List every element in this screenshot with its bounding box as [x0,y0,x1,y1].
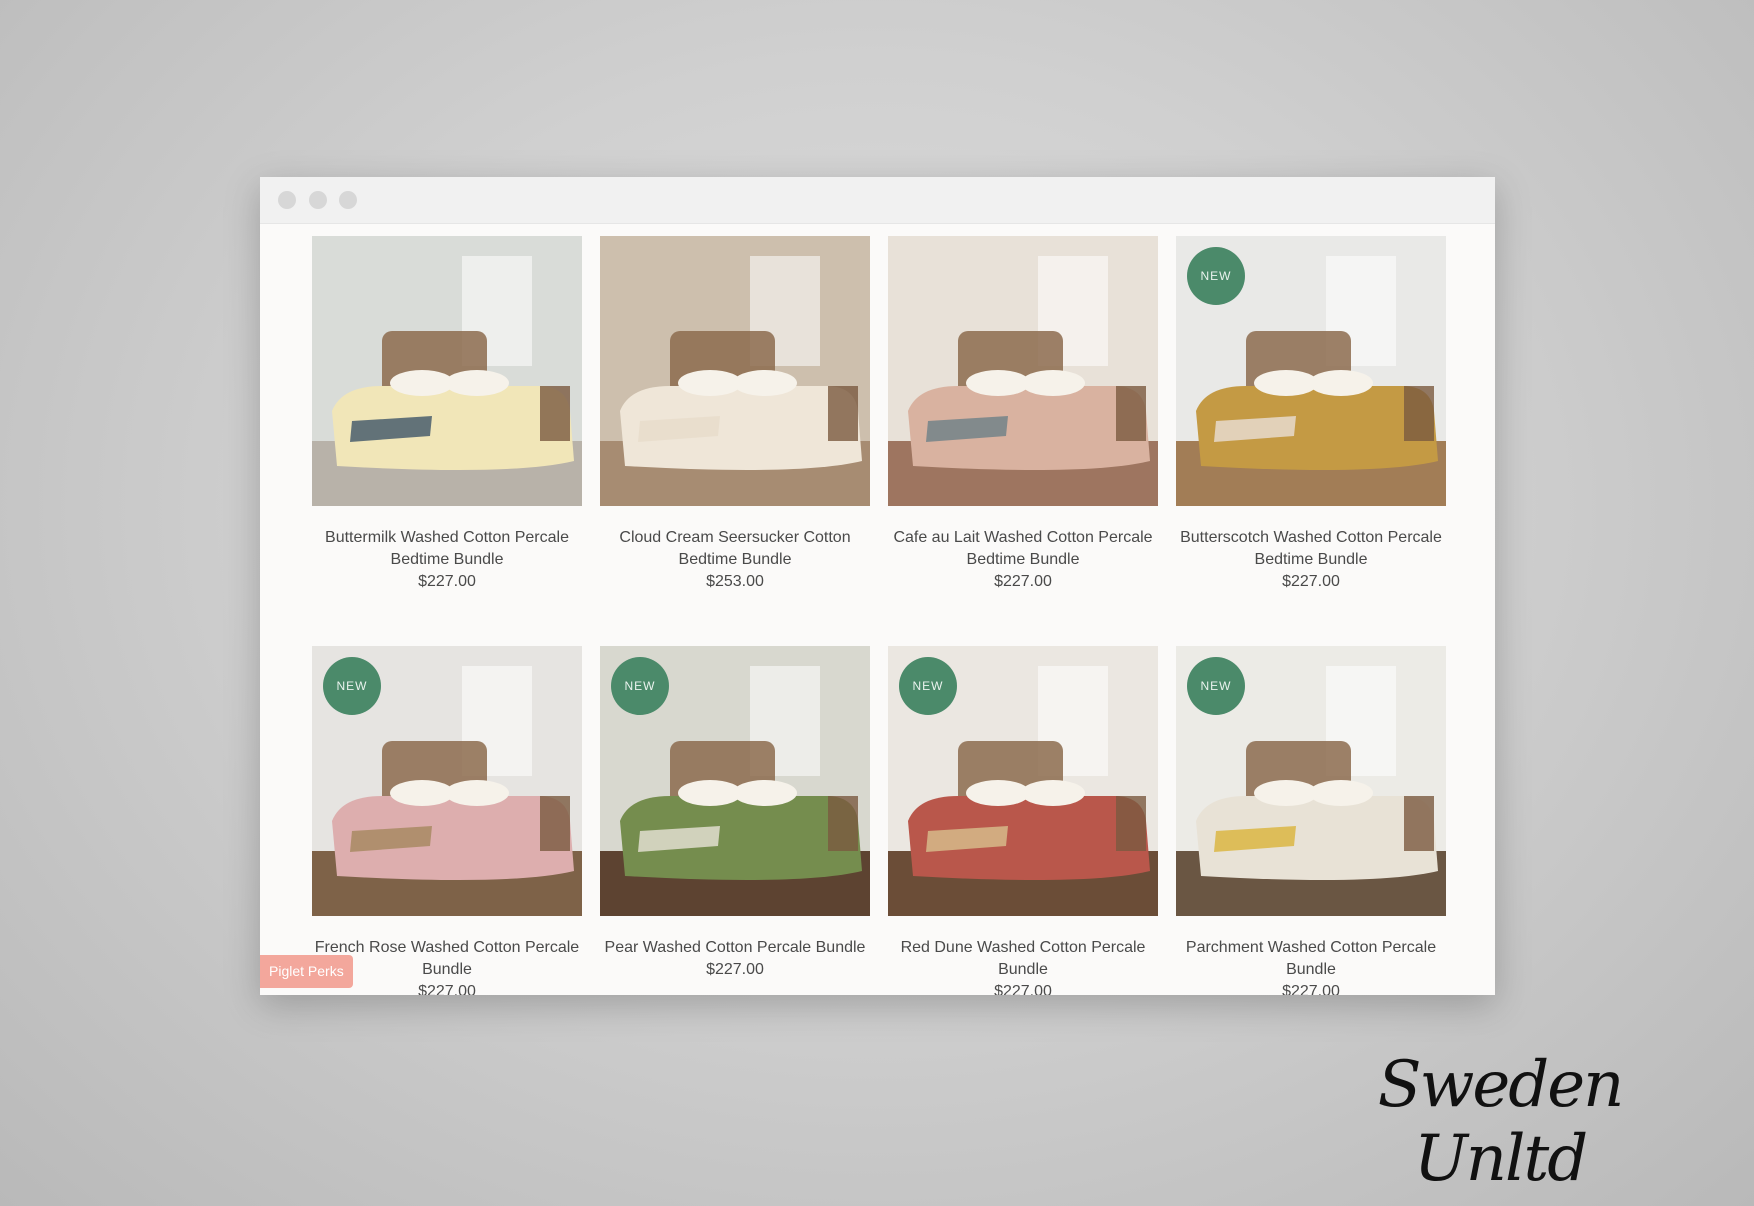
product-card[interactable]: Cafe au Lait Washed Cotton Percale Bedti… [888,236,1158,616]
brand-signature: Sweden Unltd [1377,1048,1625,1196]
product-card[interactable]: Cloud Cream Seersucker Cotton Bedtime Bu… [600,236,870,616]
minimize-window-dot[interactable] [309,191,327,209]
close-window-dot[interactable] [278,191,296,209]
product-info[interactable]: Buttermilk Washed Cotton Percale Bedtime… [312,527,582,593]
product-card[interactable]: NEW Butterscotch Washed Cotton Percale Be… [1176,236,1446,616]
product-price: $227.00 [994,983,1052,995]
product-info[interactable]: Red Dune Washed Cotton Percale Bundle $22… [888,937,1158,995]
product-card[interactable]: Buttermilk Washed Cotton Percale Bedtime… [312,236,582,616]
new-badge: NEW [1187,657,1245,715]
product-card[interactable]: NEW Red Dune Washed Cotton Percale Bundle… [888,646,1158,995]
maximize-window-dot[interactable] [339,191,357,209]
product-image[interactable] [600,236,870,506]
browser-window: Buttermilk Washed Cotton Percale Bedtime… [260,177,1495,995]
new-badge: NEW [323,657,381,715]
product-price: $227.00 [706,961,764,978]
product-price: $227.00 [994,573,1052,590]
product-price: $227.00 [1282,983,1340,995]
product-image[interactable] [888,236,1158,506]
product-price: $253.00 [706,573,764,590]
new-badge: NEW [1187,247,1245,305]
product-card[interactable]: NEW French Rose Washed Cotton Percale Bun… [312,646,582,995]
product-info[interactable]: Pear Washed Cotton Percale Bundle $227.00 [600,937,870,981]
product-name[interactable]: Pear Washed Cotton Percale Bundle [605,939,866,956]
piglet-perks-button[interactable]: Piglet Perks [260,955,353,988]
product-name[interactable]: Buttermilk Washed Cotton Percale Bedtime… [325,529,569,568]
new-badge: NEW [899,657,957,715]
product-image[interactable] [312,236,582,506]
product-price: $227.00 [418,573,476,590]
new-badge: NEW [611,657,669,715]
product-name[interactable]: Parchment Washed Cotton Percale Bundle [1186,939,1436,978]
product-name[interactable]: Cloud Cream Seersucker Cotton Bedtime Bu… [619,529,850,568]
product-info[interactable]: Cafe au Lait Washed Cotton Percale Bedti… [888,527,1158,593]
product-info[interactable]: Cloud Cream Seersucker Cotton Bedtime Bu… [600,527,870,593]
product-name[interactable]: Red Dune Washed Cotton Percale Bundle [901,939,1146,978]
product-card[interactable]: NEW Pear Washed Cotton Percale Bundle $227… [600,646,870,995]
product-price: $227.00 [1282,573,1340,590]
product-info[interactable]: Parchment Washed Cotton Percale Bundle $2… [1176,937,1446,995]
product-name[interactable]: Butterscotch Washed Cotton Percale Bedti… [1180,529,1442,568]
product-card[interactable]: NEW Parchment Washed Cotton Percale Bundl… [1176,646,1446,995]
product-name[interactable]: French Rose Washed Cotton Percale Bundle [315,939,579,978]
window-titlebar [260,177,1495,224]
product-grid: Buttermilk Washed Cotton Percale Bedtime… [312,236,1448,995]
product-name[interactable]: Cafe au Lait Washed Cotton Percale Bedti… [893,529,1152,568]
product-info[interactable]: Butterscotch Washed Cotton Percale Bedti… [1176,527,1446,593]
